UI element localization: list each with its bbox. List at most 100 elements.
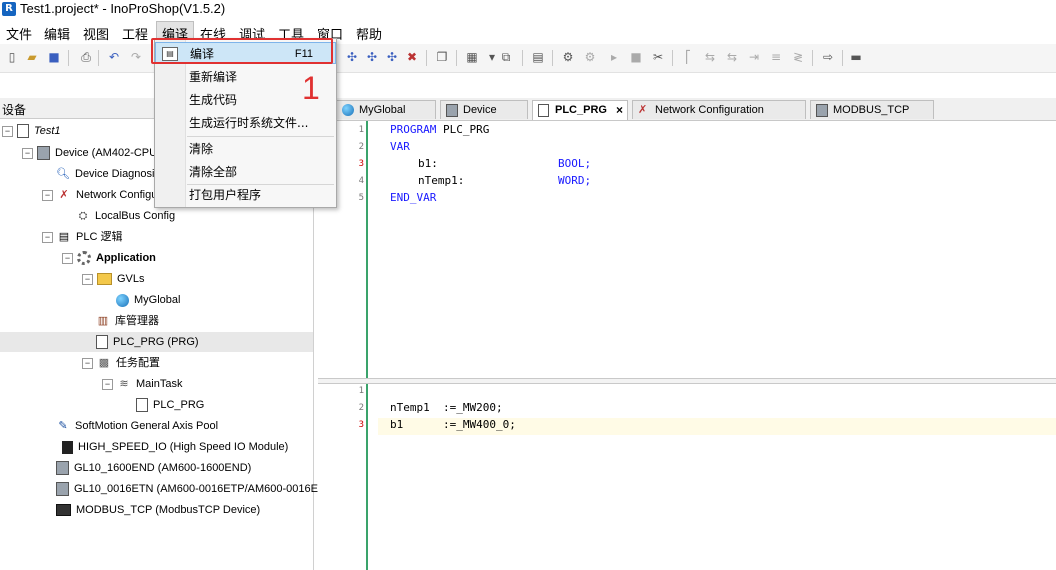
toolbar-separator (426, 50, 427, 66)
toolbar-separator (842, 50, 843, 66)
toolbar-separator (98, 50, 99, 66)
collapse-icon[interactable]: − (42, 189, 53, 201)
menu-item-package-user-program[interactable]: 打包用户程序 (155, 184, 336, 206)
next-arrow-icon[interactable]: ⇨ (820, 49, 836, 65)
logout-icon[interactable]: ⚙ (582, 49, 598, 65)
collapse-icon[interactable]: − (42, 231, 53, 243)
debug-step-icon[interactable]: ✣ (344, 49, 360, 65)
tree-node-localbus-config[interactable]: ⛭ LocalBus Config (76, 206, 176, 226)
menu-project[interactable]: 工程 (122, 24, 148, 43)
open-folder-icon[interactable]: ▰ (24, 49, 40, 65)
tree-node-network-config[interactable]: − ✗ Network Configu (42, 185, 157, 205)
tree-node-library-manager[interactable]: ▥ 库管理器 (96, 311, 159, 331)
menu-item-clean-all[interactable]: 清除全部 (155, 161, 336, 183)
grid-icon[interactable]: ▦ (464, 49, 480, 65)
tree-node-gl10-0016etn[interactable]: GL10_0016ETN (AM600-0016ETP/AM600-0016ET (56, 479, 325, 499)
breakpoint-icon[interactable]: ⎡ (680, 49, 696, 65)
tree-node-plc-prg[interactable]: PLC_PRG (PRG) (0, 332, 313, 352)
cursor-step-icon[interactable]: ≡ (768, 49, 784, 65)
program-icon (96, 335, 108, 350)
tab-device[interactable]: Device (440, 100, 528, 119)
collapse-icon[interactable]: − (2, 125, 13, 137)
menu-item-clean[interactable]: 清除 (155, 138, 336, 160)
window-title: Test1.project* - InoProShop(V1.5.2) (20, 1, 226, 16)
tree-node-gl10-1600end[interactable]: GL10_1600END (AM600-1600END) (56, 458, 251, 478)
collapse-icon[interactable]: − (22, 147, 33, 159)
var-type: BOOL; (558, 157, 592, 170)
menu-edit[interactable]: 编辑 (44, 24, 70, 43)
toolbar-separator (456, 50, 457, 66)
write-values-icon[interactable]: ≷ (790, 49, 806, 65)
project-icon (17, 124, 29, 139)
stop-icon[interactable]: ■ (628, 49, 644, 65)
menu-help[interactable]: 帮助 (356, 24, 382, 43)
tree-node-myglobal[interactable]: MyGlobal (116, 290, 180, 310)
app-logo-icon: R (2, 2, 16, 16)
annotation-number: 1 (302, 70, 320, 106)
declaration-editor[interactable]: 1 2 3 4 5 PROGRAM PLC_PRG VAR b1: BOOL; … (318, 121, 1056, 378)
save-icon[interactable]: ■ (46, 49, 62, 65)
var-name: nTemp1: (418, 174, 465, 187)
login-icon[interactable]: ⚙ (560, 49, 576, 65)
tree-node-device-diagnosis[interactable]: 🔍︎ Device Diagnosis (56, 164, 160, 184)
tree-node-application[interactable]: − Application (62, 248, 156, 268)
line-number: 2 (358, 403, 364, 413)
step-out-icon[interactable]: ⇥ (746, 49, 762, 65)
line-number: 3 (358, 159, 364, 169)
step-into-icon[interactable]: ⇆ (724, 49, 740, 65)
toolbar-separator (68, 50, 69, 66)
var-name: b1: (418, 157, 438, 170)
code-line: nTemp1 :=_MW200; (390, 401, 503, 414)
line-number: 5 (358, 193, 364, 203)
collapse-icon[interactable]: − (62, 252, 73, 264)
tree-node-softmotion-pool[interactable]: ✎ SoftMotion General Axis Pool (56, 416, 218, 436)
reset-icon[interactable]: ✂ (650, 49, 666, 65)
collapse-icon[interactable]: − (102, 378, 113, 390)
compile-toolbar-icon[interactable]: ▤ (530, 49, 546, 65)
line-number: 4 (358, 176, 364, 186)
tab-plc-prg[interactable]: PLC_PRG × (532, 100, 628, 120)
tab-myglobal[interactable]: MyGlobal (336, 100, 436, 119)
tree-node-project[interactable]: − Test1 (2, 121, 61, 141)
device-icon (816, 104, 828, 117)
tree-node-high-speed-io[interactable]: HIGH_SPEED_IO (High Speed IO Module) (62, 437, 288, 457)
program-icon (538, 104, 549, 117)
run-icon[interactable]: ▸ (606, 49, 622, 65)
line-number: 1 (358, 125, 364, 135)
tab-modbus-tcp[interactable]: MODBUS_TCP (810, 100, 934, 119)
tree-node-modbus-tcp[interactable]: MODBUS_TCP (ModbusTCP Device) (56, 500, 260, 520)
print-icon[interactable]: ⎙ (78, 49, 94, 65)
tree-node-plc-logic[interactable]: − ▤ PLC 逻辑 (42, 227, 122, 247)
debug-step-into-icon[interactable]: ✣ (364, 49, 380, 65)
menu-file[interactable]: 文件 (6, 24, 32, 43)
debug-stop-icon[interactable]: ✖ (404, 49, 420, 65)
implementation-editor[interactable]: 1 2 3 nTemp1 :=_MW200; b1 :=_MW400_0; (318, 384, 1056, 570)
menu-item-generate-runtime-files[interactable]: 生成运行时系统文件... (155, 112, 336, 134)
redo-icon[interactable]: ↷ (128, 49, 144, 65)
program-call-icon (136, 398, 148, 413)
tree-node-gvls[interactable]: − GVLs (82, 269, 145, 289)
undo-icon[interactable]: ↶ (106, 49, 122, 65)
tab-network-configuration[interactable]: ✗ Network Configuration (632, 100, 806, 119)
tree-node-device[interactable]: − Device (AM402-CPU1 (22, 143, 163, 163)
library-books-icon: ▥ (97, 315, 109, 328)
task-config-icon: ▩ (98, 357, 110, 370)
step-over-icon[interactable]: ⇆ (702, 49, 718, 65)
code-line: b1 :=_MW400_0; (390, 418, 516, 431)
tree-node-plc-prg-call[interactable]: PLC_PRG (136, 395, 204, 415)
debug-step-over-icon[interactable]: ✣ (384, 49, 400, 65)
monitor-icon[interactable]: ▬ (848, 49, 864, 65)
copy-icon[interactable]: ❐ (434, 49, 450, 65)
io-module-icon (62, 440, 73, 454)
tree-node-maintask[interactable]: − ≋ MainTask (102, 374, 182, 394)
menu-view[interactable]: 视图 (83, 24, 109, 43)
new-file-icon[interactable]: ▯ (4, 49, 20, 65)
collapse-icon[interactable]: − (82, 273, 93, 285)
close-icon[interactable]: × (616, 101, 623, 120)
gutter-marker (366, 121, 368, 378)
collapse-icon[interactable]: − (82, 357, 93, 369)
localbus-icon: ⛭ (78, 210, 88, 223)
export-icon[interactable]: ⧉ (498, 49, 514, 65)
tree-node-task-config[interactable]: − ▩ 任务配置 (82, 353, 160, 373)
globe-icon (342, 104, 354, 116)
